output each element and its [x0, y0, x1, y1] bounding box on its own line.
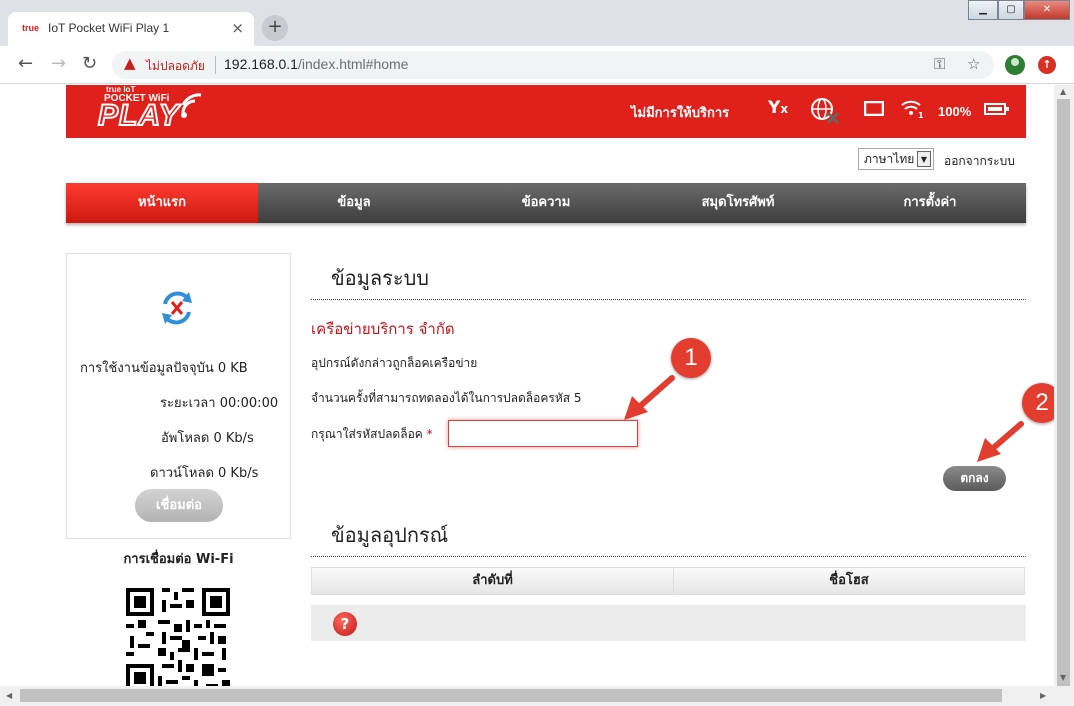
upload-stat: อัพโหลด 0 Kb/s: [161, 431, 254, 446]
vertical-scrollbar[interactable]: ▲ ▼: [1054, 85, 1074, 697]
download-stat: ดาวน์โหลด 0 Kb/s: [150, 466, 259, 481]
annotation-arrow-2: [977, 421, 1024, 462]
wifi-connection-title: การเชื่อมต่อ Wi-Fi: [123, 552, 234, 567]
carrier-name: เครือข่ายบริการ จำกัด: [311, 320, 455, 338]
logo-play: PLAY: [97, 98, 180, 133]
column-header-index: ลำดับที่: [472, 573, 513, 588]
signal-tx-icon: Yx: [768, 98, 789, 118]
scroll-down-icon[interactable]: ▼: [1060, 673, 1066, 682]
battery-percent: 100%: [938, 104, 972, 119]
sync-error-icon: [162, 291, 192, 325]
nav-settings[interactable]: การตั้งค่า: [834, 183, 1026, 223]
connect-button[interactable]: เชื่อมต่อ: [135, 489, 223, 522]
reload-icon[interactable]: ↻: [82, 53, 97, 74]
annotation-arrow-1: [624, 375, 675, 420]
scroll-up-icon[interactable]: ▲: [1060, 87, 1066, 96]
forward-icon[interactable]: →: [51, 53, 66, 74]
language-select-value: ภาษาไทย: [864, 152, 915, 166]
tab-title: IoT Pocket WiFi Play 1: [48, 21, 170, 35]
update-icon[interactable]: ↑: [1038, 56, 1056, 74]
svg-text:1: 1: [918, 111, 924, 119]
system-info-title: ข้อมูลระบบ: [331, 266, 429, 290]
scroll-left-icon[interactable]: ◀: [6, 691, 12, 700]
duration-stat: ระยะเวลา 00:00:00: [160, 396, 279, 411]
browser-toolbar: ← → ↻ ▲ ไม่ปลอดภัย 192.168.0.1/index.htm…: [0, 46, 1074, 84]
current-usage-stat: การใช้งานข้อมูลปัจจุบัน 0 KB: [80, 361, 248, 376]
warning-icon[interactable]: ▲: [124, 54, 136, 72]
tab-close-icon[interactable]: ×: [231, 19, 244, 37]
page-viewport: true IoT POCKET WiFi PLAY ไม่มีการให้บริ…: [0, 85, 1054, 686]
vertical-scroll-thumb[interactable]: [1057, 99, 1070, 697]
device-info-title: ข้อมูลอุปกรณ์: [331, 523, 449, 547]
network-status-text: ไม่มีการให้บริการ: [631, 106, 730, 121]
sim-card-icon: [864, 101, 884, 116]
unlock-pin-label: กรุณาใส่รหัสปลดล็อค *: [311, 427, 433, 441]
horizontal-scroll-thumb[interactable]: [20, 689, 1002, 702]
logo-wifi-waves-icon: [181, 93, 202, 118]
wifi-qr-code: [126, 588, 230, 686]
minimize-button[interactable]: ▁: [968, 0, 998, 20]
key-icon[interactable]: ⚿: [934, 55, 945, 73]
unlock-pin-input[interactable]: [448, 420, 638, 447]
router-header: true IoT POCKET WiFi PLAY ไม่มีการให้บริ…: [66, 85, 1026, 138]
ok-button[interactable]: ตกลง: [943, 466, 1006, 491]
new-tab-button[interactable]: +: [262, 15, 288, 41]
internet-disconnected-icon: [811, 98, 840, 125]
address-bar[interactable]: ▲ ไม่ปลอดภัย 192.168.0.1/index.html#home…: [112, 51, 994, 79]
wifi-status-icon: 1: [901, 100, 924, 119]
chevron-down-icon[interactable]: ▼: [917, 151, 931, 167]
scrollbar-corner: [1054, 686, 1074, 706]
device-table-header: ลำดับที่ ชื่อโฮส: [311, 567, 1025, 595]
profile-avatar-icon[interactable]: [1005, 55, 1025, 75]
omnibox-divider: [215, 56, 216, 74]
nav-messages[interactable]: ข้อความ: [450, 183, 642, 223]
column-header-hostname: ชื่อโฮส: [829, 573, 869, 588]
security-label[interactable]: ไม่ปลอดภัย: [146, 57, 205, 76]
annotation-badge-2: 2: [1022, 383, 1054, 423]
language-select[interactable]: ภาษาไทย ▼: [858, 148, 934, 170]
battery-icon: [984, 103, 1009, 115]
unlock-attempts-message: จำนวนครั้งที่สามารถทดลองได้ในการปลดล็อคร…: [311, 391, 582, 405]
nav-home[interactable]: หน้าแรก: [66, 183, 258, 223]
horizontal-scrollbar[interactable]: ◀ ▶: [0, 686, 1054, 706]
back-icon[interactable]: ←: [18, 53, 33, 74]
logout-link[interactable]: ออกจากระบบ: [944, 152, 1015, 171]
help-icon[interactable]: ?: [333, 612, 357, 636]
main-nav: หน้าแรก ข้อมูล ข้อความ สมุดโทรศัพท์ การต…: [66, 183, 1026, 223]
browser-tab[interactable]: true IoT Pocket WiFi Play 1 ×: [8, 12, 254, 46]
url-text[interactable]: 192.168.0.1/index.html#home: [224, 56, 408, 72]
network-locked-message: อุปกรณ์ดังกล่าวถูกล็อคเครือข่าย: [311, 356, 478, 370]
connection-panel: การใช้งานข้อมูลปัจจุบัน 0 KB ระยะเวลา 00…: [66, 253, 291, 539]
nav-phonebook[interactable]: สมุดโทรศัพท์: [642, 183, 834, 223]
maximize-button[interactable]: ▢: [998, 0, 1024, 20]
device-info-divider: [311, 556, 1026, 557]
favicon-icon: true: [22, 23, 40, 33]
browser-tabbar: true IoT Pocket WiFi Play 1 × + ▁ ▢ ✕: [0, 0, 1074, 46]
scroll-right-icon[interactable]: ▶: [1040, 691, 1046, 700]
table-row: ?: [311, 605, 1026, 641]
close-window-button[interactable]: ✕: [1024, 0, 1070, 20]
nav-info[interactable]: ข้อมูล: [258, 183, 450, 223]
star-icon[interactable]: ☆: [967, 55, 980, 73]
system-info-divider: [311, 299, 1026, 300]
